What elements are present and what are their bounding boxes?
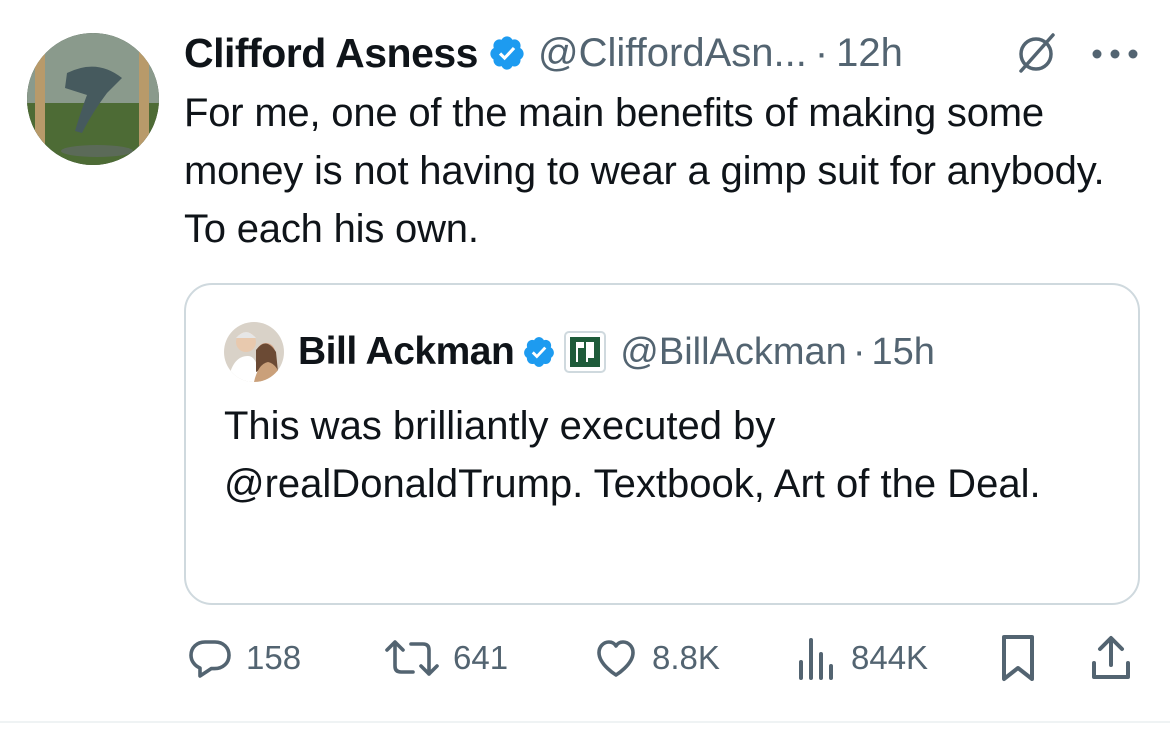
author-name[interactable]: Clifford Asness xyxy=(184,30,478,77)
bookmark-button[interactable] xyxy=(996,628,1040,688)
repost-button[interactable]: 641 xyxy=(383,628,508,688)
views-count: 844K xyxy=(851,639,929,676)
share-icon xyxy=(1092,636,1130,679)
reply-count: 158 xyxy=(246,639,302,676)
quoted-author-handle[interactable]: @BillAckman xyxy=(620,331,847,374)
author-handle[interactable]: @CliffordAsn... xyxy=(538,31,807,76)
tweet-header: Clifford Asness @CliffordAsn... · 12h xyxy=(184,26,903,80)
divider xyxy=(0,721,1170,723)
views-button[interactable]: 844K xyxy=(795,628,928,688)
repost-icon xyxy=(385,640,439,676)
bookmark-icon xyxy=(1002,635,1034,681)
grok-icon[interactable] xyxy=(1013,31,1059,77)
author-avatar[interactable] xyxy=(27,33,159,165)
quoted-tweet-header: Bill Ackman @BillAckman · 15h xyxy=(298,325,935,379)
like-count: 8.8K xyxy=(652,639,720,676)
tweet-text: For me, one of the main benefits of maki… xyxy=(184,91,1105,251)
reply-icon xyxy=(189,640,231,678)
like-button[interactable]: 8.8K xyxy=(592,628,720,688)
more-icon[interactable] xyxy=(1090,47,1140,61)
quoted-tweet[interactable]: Bill Ackman @BillAckman · 15h This was b… xyxy=(184,283,1140,605)
verified-badge-icon[interactable] xyxy=(522,335,556,369)
separator: · xyxy=(852,330,866,373)
tweet-time[interactable]: 12h xyxy=(836,31,903,76)
quoted-author-avatar[interactable] xyxy=(224,322,284,382)
share-button[interactable] xyxy=(1088,628,1134,688)
verified-badge-icon[interactable] xyxy=(488,34,526,72)
quoted-tweet-text: This was brilliantly executed by @realDo… xyxy=(224,404,1041,506)
reply-button[interactable]: 158 xyxy=(186,628,301,688)
affiliate-badge-icon[interactable] xyxy=(564,331,607,373)
action-bar: 158 641 8.8K 844K xyxy=(0,628,1170,688)
quoted-tweet-time[interactable]: 15h xyxy=(871,331,934,374)
quoted-author-name[interactable]: Bill Ackman xyxy=(298,330,515,374)
views-icon xyxy=(799,638,833,680)
repost-count: 641 xyxy=(453,639,509,676)
separator: · xyxy=(814,30,829,75)
like-icon xyxy=(597,640,635,677)
